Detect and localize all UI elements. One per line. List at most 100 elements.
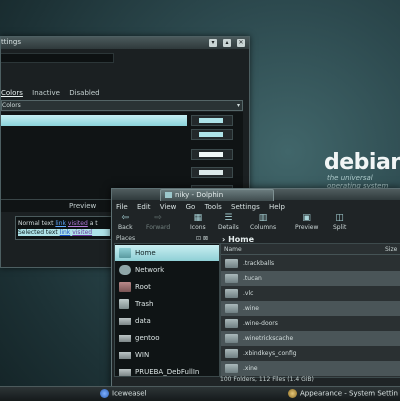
normal-prefix: Normal text bbox=[18, 220, 56, 227]
folder-icon bbox=[225, 274, 238, 283]
columns-label: Columns bbox=[250, 224, 277, 231]
settings-window-title: ttings bbox=[1, 38, 21, 46]
menu-file[interactable]: File bbox=[116, 203, 128, 211]
icons-view-button[interactable]: ▦ Icons bbox=[190, 213, 206, 231]
status-bar: 100 Folders, 112 Files (1.4 GiB) bbox=[220, 376, 314, 383]
place-gentoo[interactable]: gentoo bbox=[115, 330, 219, 346]
dolphin-title-tab[interactable]: niky - Dolphin bbox=[160, 189, 274, 201]
preview-selected-link[interactable]: link bbox=[60, 229, 71, 236]
menu-tools[interactable]: Tools bbox=[205, 203, 222, 211]
file-row[interactable]: .vlc bbox=[221, 286, 400, 301]
file-row[interactable]: .tucan bbox=[221, 271, 400, 286]
file-name: .xbindkeys_config bbox=[243, 350, 297, 357]
place-trash[interactable]: Trash bbox=[115, 296, 219, 312]
file-row[interactable]: .wine-doors bbox=[221, 316, 400, 331]
split-icon: ◫ bbox=[335, 213, 344, 223]
tab-colors[interactable]: Colors bbox=[1, 89, 23, 97]
menu-edit[interactable]: Edit bbox=[137, 203, 151, 211]
columns-view-button[interactable]: ▥ Columns bbox=[250, 213, 276, 231]
preview-button[interactable]: ▣ Preview bbox=[295, 213, 318, 231]
close-panel-icon[interactable]: ⊠ bbox=[203, 235, 208, 242]
place-label: Root bbox=[135, 283, 151, 291]
column-header-size[interactable]: Size bbox=[385, 246, 397, 253]
dolphin-titlebar[interactable]: niky - Dolphin bbox=[112, 189, 400, 201]
settings-titlebar[interactable]: ttings ▾ ▴ ✕ bbox=[1, 37, 249, 49]
color-swatch-button[interactable] bbox=[191, 167, 233, 178]
place-prueba[interactable]: PRUEBA_DebFullIn bbox=[115, 364, 219, 380]
file-name: .vlc bbox=[243, 290, 254, 297]
folder-icon bbox=[225, 349, 238, 358]
file-row[interactable]: .winetrickscache bbox=[221, 331, 400, 346]
menu-settings[interactable]: Settings bbox=[231, 203, 260, 211]
column-header-name[interactable]: Name bbox=[224, 246, 242, 253]
file-name: .tucan bbox=[243, 275, 262, 282]
color-swatch-button[interactable] bbox=[191, 115, 233, 126]
settings-input-field[interactable] bbox=[1, 53, 114, 63]
preview-link[interactable]: link bbox=[55, 220, 66, 227]
drive-icon bbox=[119, 352, 131, 359]
file-name: .wine-doors bbox=[243, 320, 278, 327]
places-panel: Home Network Root Trash data gentoo WIN … bbox=[114, 243, 220, 377]
tab-inactive[interactable]: Inactive bbox=[32, 89, 60, 97]
task-iceweasel[interactable]: Iceweasel bbox=[100, 389, 146, 399]
color-swatch-fill bbox=[199, 152, 223, 157]
color-swatch-button[interactable] bbox=[191, 149, 233, 160]
toolbar: ⇦ Back ⇨ Forward ▦ Icons ☰ Details ▥ Columns … bbox=[112, 213, 400, 235]
tab-disabled[interactable]: Disabled bbox=[69, 89, 99, 97]
folder-icon bbox=[225, 289, 238, 298]
arrow-left-icon: ⇦ bbox=[121, 213, 130, 223]
folder-icon bbox=[225, 334, 238, 343]
preview-selected-visited[interactable]: visited bbox=[72, 229, 92, 236]
place-root[interactable]: Root bbox=[115, 279, 219, 295]
place-data[interactable]: data bbox=[115, 313, 219, 329]
close-icon[interactable]: ✕ bbox=[237, 39, 245, 47]
menu-help[interactable]: Help bbox=[269, 203, 285, 211]
file-row[interactable]: .xbindkeys_config bbox=[221, 346, 400, 361]
split-label: Split bbox=[333, 224, 347, 231]
color-swatch-fill bbox=[199, 132, 223, 137]
panel-controls: ⊡ ⊠ bbox=[196, 235, 208, 242]
file-row[interactable]: .wine bbox=[221, 301, 400, 316]
home-icon bbox=[119, 248, 131, 258]
file-row[interactable]: .trackballs bbox=[221, 256, 400, 271]
color-swatch-button[interactable] bbox=[191, 129, 233, 140]
maximize-icon[interactable]: ▴ bbox=[223, 39, 231, 47]
drive-icon bbox=[119, 335, 131, 342]
color-row-selected[interactable] bbox=[1, 115, 187, 126]
file-name: .xine bbox=[243, 365, 258, 372]
details-view-button[interactable]: ☰ Details bbox=[218, 213, 239, 231]
float-icon[interactable]: ⊡ bbox=[196, 235, 201, 242]
forward-button[interactable]: ⇨ Forward bbox=[146, 213, 170, 231]
preview-visited-link[interactable]: visited bbox=[68, 220, 88, 227]
place-win[interactable]: WIN bbox=[115, 347, 219, 363]
place-home[interactable]: Home bbox=[115, 245, 219, 261]
place-label: data bbox=[135, 317, 151, 325]
preview-icon: ▣ bbox=[302, 213, 311, 223]
icons-label: Icons bbox=[190, 224, 206, 231]
forward-label: Forward bbox=[146, 224, 171, 231]
folder-red-icon bbox=[119, 282, 131, 292]
file-name: .winetrickscache bbox=[243, 335, 294, 342]
place-network[interactable]: Network bbox=[115, 262, 219, 278]
task-appearance[interactable]: Appearance - System Settin bbox=[288, 389, 398, 399]
color-group-tabs: Colors Inactive Disabled bbox=[1, 89, 107, 97]
file-list: Name Size .trackballs .tucan .vlc .wine … bbox=[220, 243, 400, 378]
split-button[interactable]: ◫ Split bbox=[333, 213, 346, 231]
menu-view[interactable]: View bbox=[160, 203, 177, 211]
minimize-icon[interactable]: ▾ bbox=[209, 39, 217, 47]
back-label: Back bbox=[118, 224, 133, 231]
task-label: Iceweasel bbox=[112, 389, 147, 398]
header-divider bbox=[221, 254, 400, 255]
menu-go[interactable]: Go bbox=[186, 203, 196, 211]
back-button[interactable]: ⇦ Back bbox=[118, 213, 133, 231]
color-swatch-fill bbox=[199, 170, 223, 175]
preview-sample-box: Normal text link visited a t Selected te… bbox=[15, 216, 113, 240]
file-row[interactable]: .xine bbox=[221, 361, 400, 376]
preview-button-label: Preview bbox=[295, 224, 319, 231]
places-panel-title: Places bbox=[116, 235, 136, 242]
columns-icon: ▥ bbox=[258, 213, 268, 223]
drive-icon bbox=[119, 318, 131, 325]
taskbar: Iceweasel Appearance - System Settin bbox=[0, 386, 400, 401]
color-set-select[interactable]: Colors ▾ bbox=[1, 100, 243, 111]
place-label: Home bbox=[135, 249, 156, 257]
